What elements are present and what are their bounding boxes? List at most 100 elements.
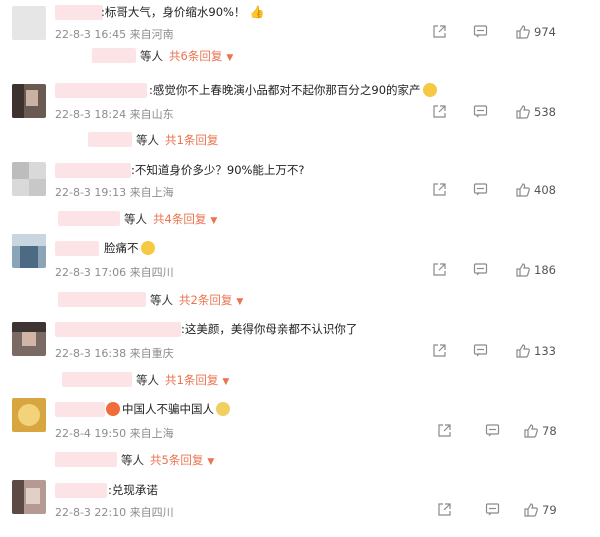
reply-others-label: 等人 [140,49,163,63]
thumbs-up-icon [516,344,530,358]
share-icon[interactable] [432,262,447,277]
comment-icon[interactable] [473,104,488,119]
reply-count-link[interactable]: 共4条回复 [153,212,206,226]
avatar[interactable] [12,322,46,356]
comment-meta: 22-8-3 22:10 来自四川 [55,506,174,519]
thumbs-up-icon [524,503,538,517]
share-icon[interactable] [437,423,452,438]
reply-usernames-blurred [58,292,146,307]
laughing-emoji-icon [422,83,437,97]
like-button[interactable]: 186 [515,262,556,278]
username-blurred[interactable] [55,163,131,178]
username-blurred[interactable] [55,322,181,337]
username-blurred[interactable] [55,483,107,498]
comment-icon[interactable] [473,343,488,358]
reply-summary[interactable]: 等人 共6条回复 ▼ [92,46,292,64]
comment-actions: 538 [380,104,600,122]
share-icon[interactable] [432,104,447,119]
comment-meta: 22-8-3 19:13 来自上海 [55,186,174,199]
comment-meta: 22-8-4 19:50 来自上海 [55,427,174,440]
share-icon[interactable] [437,502,452,517]
share-icon[interactable] [432,182,447,197]
heart-eyes-emoji-icon [106,402,120,416]
like-button[interactable]: 408 [515,182,556,198]
comment-meta: 22-8-3 16:38 来自重庆 [55,347,174,360]
reply-others-label: 等人 [136,373,159,387]
username-blurred[interactable] [55,402,105,417]
reply-others-label: 等人 [136,133,159,147]
reply-others-label: 等人 [124,212,147,226]
thumbs-up-icon [524,424,538,438]
like-count: 408 [534,183,556,197]
comment-meta: 22-8-3 16:45 来自河南 [55,28,174,41]
comment-text: 中国人不骗中国人 [106,401,230,417]
reply-usernames-blurred [55,452,117,467]
reply-count-link[interactable]: 共5条回复 [150,453,203,467]
reply-usernames-blurred [62,372,132,387]
chevron-down-icon: ▼ [226,53,234,63]
like-count: 78 [542,424,557,438]
like-count: 186 [534,263,556,277]
thumbs-up-icon [516,183,530,197]
avatar[interactable] [12,234,46,268]
reply-summary[interactable]: 等人 共4条回复 ▼ [58,209,278,227]
username-blurred[interactable] [55,241,99,256]
dog-emoji-icon [216,402,230,416]
like-count: 538 [534,105,556,119]
chevron-down-icon: ▼ [210,216,218,226]
reply-count-link[interactable]: 共2条回复 [179,293,232,307]
comment-actions: 186 [380,262,600,280]
thumbs-up-icon [516,105,530,119]
comment-text: :标哥大气，身价缩水90%！ 👍 [101,5,265,19]
comment-meta: 22-8-3 17:06 来自四川 [55,266,174,279]
like-button[interactable]: 538 [515,104,556,120]
chevron-down-icon: ▼ [207,457,215,467]
thumbs-up-icon [516,263,530,277]
comment-icon[interactable] [485,423,500,438]
reply-others-label: 等人 [121,453,144,467]
comment-actions: 79 [380,502,600,520]
comment-icon[interactable] [473,182,488,197]
comment-text: :这美颜，美得你母亲都不认识你了 [181,322,358,336]
reply-count-link[interactable]: 共1条回复 [165,133,218,147]
avatar[interactable] [12,84,46,118]
reply-others-label: 等人 [150,293,173,307]
comment-actions: 78 [380,423,600,441]
username-blurred[interactable] [55,83,147,98]
avatar[interactable] [12,162,46,196]
comment-actions: 974 [380,24,600,42]
thumbs-up-emoji-icon: 👍 [249,5,265,19]
comment-icon[interactable] [473,24,488,39]
like-button[interactable]: 974 [515,24,556,40]
reply-usernames-blurred [58,211,120,226]
laughing-emoji-icon [140,241,155,255]
share-icon[interactable] [432,24,447,39]
reply-usernames-blurred [88,132,132,147]
like-button[interactable]: 79 [523,502,557,518]
like-count: 133 [534,344,556,358]
reply-summary[interactable]: 等人 共2条回复 ▼ [58,290,278,308]
comment-text: :不知道身价多少？90%能上万不? [131,163,305,177]
reply-summary[interactable]: 等人 共5条回复 ▼ [55,450,275,468]
share-icon[interactable] [432,343,447,358]
avatar[interactable] [12,6,46,40]
chevron-down-icon: ▼ [222,377,230,387]
thumbs-up-icon [516,25,530,39]
reply-count-link[interactable]: 共1条回复 [165,373,218,387]
comment-text: :感觉你不上春晚演小品都对不起你那百分之90的家产 [149,82,437,98]
comment-icon[interactable] [485,502,500,517]
avatar[interactable] [12,398,46,432]
username-blurred[interactable] [55,5,103,20]
reply-usernames-blurred [92,48,136,63]
comment-text: 脸痛不 [104,240,155,256]
reply-summary[interactable]: 等人 共1条回复 [88,130,288,148]
comment-text: :兑现承诺 [108,483,158,497]
like-button[interactable]: 78 [523,423,557,439]
like-button[interactable]: 133 [515,343,556,359]
reply-summary[interactable]: 等人 共1条回复 ▼ [62,370,282,388]
reply-count-link[interactable]: 共6条回复 [169,49,222,63]
avatar[interactable] [12,480,46,514]
comment-meta: 22-8-3 18:24 来自山东 [55,108,174,121]
like-count: 974 [534,25,556,39]
comment-icon[interactable] [473,262,488,277]
